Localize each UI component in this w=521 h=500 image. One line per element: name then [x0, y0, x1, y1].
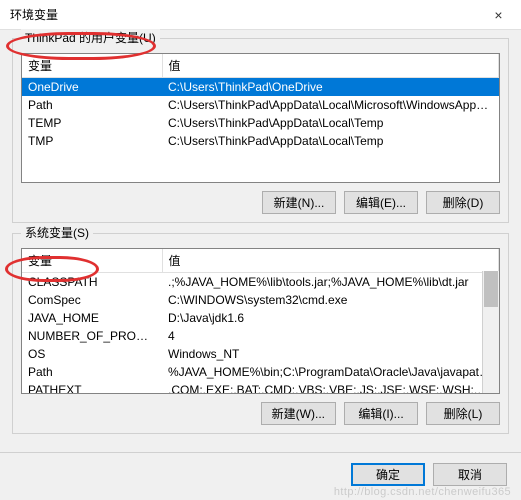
cell-var: OS [22, 345, 162, 363]
system-group-label: 系统变量(S) [21, 224, 93, 241]
table-row[interactable]: OneDriveC:\Users\ThinkPad\OneDrive [22, 78, 499, 97]
table-row[interactable]: PATHEXT.COM;.EXE;.BAT;.CMD;.VBS;.VBE;.JS… [22, 381, 499, 394]
dialog-footer: 确定 取消 [0, 452, 521, 500]
user-variables-table: 变量 值 OneDriveC:\Users\ThinkPad\OneDriveP… [22, 54, 499, 150]
cell-var: TMP [22, 132, 162, 150]
system-variables-table-wrap[interactable]: 变量 值 CLASSPATH.;%JAVA_HOME%\lib\tools.ja… [21, 248, 500, 394]
cell-val: C:\WINDOWS\system32\cmd.exe [162, 291, 499, 309]
cell-val: Windows_NT [162, 345, 499, 363]
cell-val: C:\Users\ThinkPad\OneDrive [162, 78, 499, 97]
cell-val: C:\Users\ThinkPad\AppData\Local\Microsof… [162, 96, 499, 114]
cell-var: Path [22, 363, 162, 381]
system-new-button[interactable]: 新建(W)... [261, 402, 336, 425]
table-row[interactable]: TEMPC:\Users\ThinkPad\AppData\Local\Temp [22, 114, 499, 132]
sys-header-val[interactable]: 值 [162, 249, 499, 273]
cell-val: 4 [162, 327, 499, 345]
system-variables-table: 变量 值 CLASSPATH.;%JAVA_HOME%\lib\tools.ja… [22, 249, 499, 394]
user-group-label: ThinkPad 的用户变量(U) [21, 29, 160, 46]
cell-val: C:\Users\ThinkPad\AppData\Local\Temp [162, 132, 499, 150]
system-edit-button[interactable]: 编辑(I)... [344, 402, 418, 425]
cell-val: .;%JAVA_HOME%\lib\tools.jar;%JAVA_HOME%\… [162, 273, 499, 292]
cell-var: OneDrive [22, 78, 162, 97]
table-row[interactable]: PathC:\Users\ThinkPad\AppData\Local\Micr… [22, 96, 499, 114]
cell-var: TEMP [22, 114, 162, 132]
dialog-content: ThinkPad 的用户变量(U) 变量 值 OneDriveC:\Users\… [0, 30, 521, 452]
close-icon: × [494, 7, 502, 23]
cell-val: %JAVA_HOME%\bin;C:\ProgramData\Oracle\Ja… [162, 363, 499, 381]
cell-var: NUMBER_OF_PROCESSORS [22, 327, 162, 345]
cancel-button[interactable]: 取消 [433, 463, 507, 486]
system-scrollbar[interactable] [482, 271, 499, 393]
titlebar: 环境变量 × [0, 0, 521, 30]
close-button[interactable]: × [476, 0, 521, 30]
user-new-button[interactable]: 新建(N)... [262, 191, 336, 214]
user-variables-table-wrap[interactable]: 变量 值 OneDriveC:\Users\ThinkPad\OneDriveP… [21, 53, 500, 183]
cell-val: C:\Users\ThinkPad\AppData\Local\Temp [162, 114, 499, 132]
system-scrollbar-thumb[interactable] [484, 271, 498, 307]
cell-var: Path [22, 96, 162, 114]
table-row[interactable]: TMPC:\Users\ThinkPad\AppData\Local\Temp [22, 132, 499, 150]
table-row[interactable]: NUMBER_OF_PROCESSORS4 [22, 327, 499, 345]
cell-val: D:\Java\jdk1.6 [162, 309, 499, 327]
cell-var: JAVA_HOME [22, 309, 162, 327]
user-delete-button[interactable]: 删除(D) [426, 191, 500, 214]
user-variables-group: ThinkPad 的用户变量(U) 变量 值 OneDriveC:\Users\… [12, 38, 509, 223]
ok-button[interactable]: 确定 [351, 463, 425, 486]
cell-var: CLASSPATH [22, 273, 162, 292]
cell-var: ComSpec [22, 291, 162, 309]
system-delete-button[interactable]: 删除(L) [426, 402, 500, 425]
cell-val: .COM;.EXE;.BAT;.CMD;.VBS;.VBE;.JS;.JSE;.… [162, 381, 499, 394]
sys-header-var[interactable]: 变量 [22, 249, 162, 273]
window-title: 环境变量 [10, 6, 58, 23]
table-row[interactable]: OSWindows_NT [22, 345, 499, 363]
user-header-val[interactable]: 值 [162, 54, 499, 78]
cell-var: PATHEXT [22, 381, 162, 394]
system-button-row: 新建(W)... 编辑(I)... 删除(L) [21, 402, 500, 425]
table-row[interactable]: CLASSPATH.;%JAVA_HOME%\lib\tools.jar;%JA… [22, 273, 499, 292]
user-edit-button[interactable]: 编辑(E)... [344, 191, 418, 214]
user-header-var[interactable]: 变量 [22, 54, 162, 78]
table-row[interactable]: JAVA_HOMED:\Java\jdk1.6 [22, 309, 499, 327]
table-row[interactable]: Path%JAVA_HOME%\bin;C:\ProgramData\Oracl… [22, 363, 499, 381]
user-button-row: 新建(N)... 编辑(E)... 删除(D) [21, 191, 500, 214]
table-row[interactable]: ComSpecC:\WINDOWS\system32\cmd.exe [22, 291, 499, 309]
system-variables-group: 系统变量(S) 变量 值 CLASSPATH.;%JAVA_HOME%\lib\… [12, 233, 509, 434]
